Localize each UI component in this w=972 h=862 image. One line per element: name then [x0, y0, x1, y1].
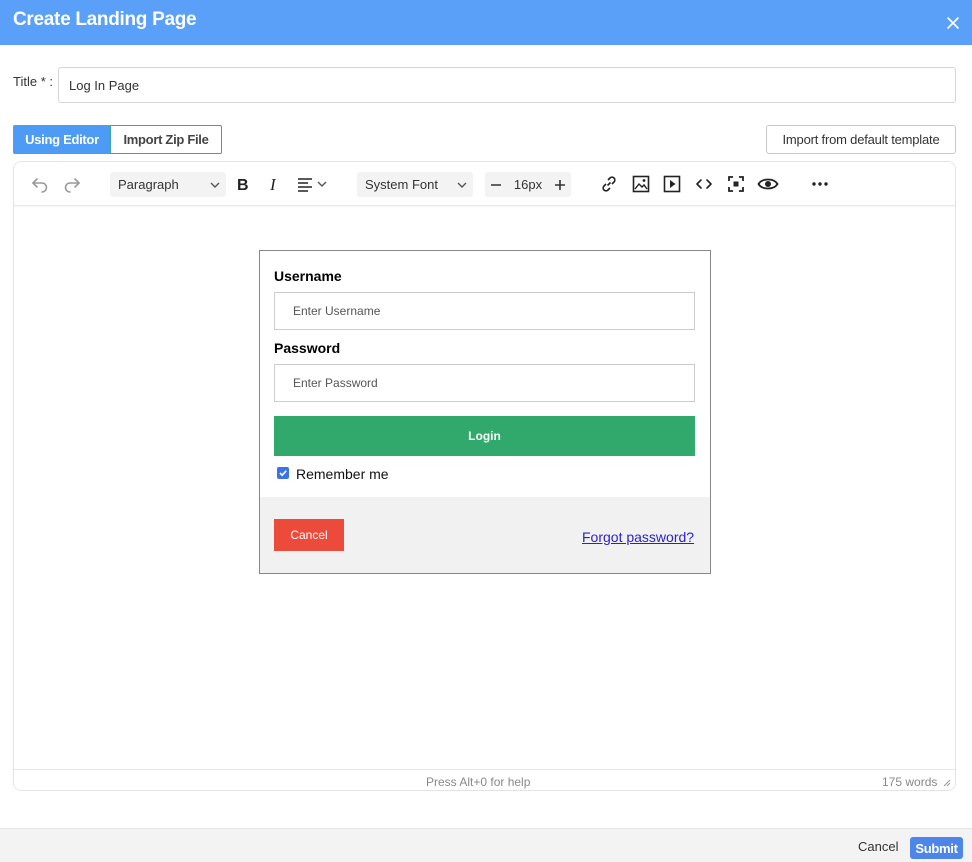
insert-image-button[interactable]: [630, 174, 652, 194]
editor-toolbar: Paragraph B I System Font 16px: [14, 162, 955, 206]
fullscreen-button[interactable]: [725, 174, 747, 194]
password-input[interactable]: [274, 364, 695, 402]
username-label: Username: [274, 268, 342, 284]
redo-button[interactable]: [61, 174, 83, 194]
submit-button[interactable]: Submit: [910, 837, 963, 859]
password-label: Password: [274, 340, 341, 356]
checkmark-icon: [279, 470, 287, 477]
chevron-down-icon: [457, 182, 467, 188]
title-input[interactable]: [58, 67, 956, 103]
close-icon: [947, 17, 959, 29]
bold-icon: B: [237, 177, 249, 193]
chevron-down-icon: [210, 182, 220, 188]
word-count[interactable]: 175 words: [882, 775, 937, 789]
tab-import-zip-file[interactable]: Import Zip File: [110, 125, 222, 154]
title-label: Title * :: [13, 74, 53, 89]
help-hint: Press Alt+0 for help: [426, 775, 531, 789]
italic-icon: I: [269, 175, 277, 193]
link-icon: [602, 176, 616, 192]
font-size-control: 16px: [485, 172, 571, 197]
login-form-footer: Cancel Forgot password?: [260, 497, 710, 573]
font-family-value: System Font: [365, 177, 438, 192]
remember-me-label: Remember me: [296, 466, 389, 482]
dialog-header: Create Landing Page: [0, 0, 972, 45]
login-button[interactable]: Login: [274, 416, 695, 456]
font-family-select[interactable]: System Font: [357, 172, 473, 197]
forgot-password-link[interactable]: Forgot password?: [582, 529, 694, 545]
block-format-select[interactable]: Paragraph: [110, 172, 226, 197]
tab-using-editor[interactable]: Using Editor: [13, 125, 111, 154]
undo-button[interactable]: [29, 174, 51, 194]
font-size-value[interactable]: 16px: [507, 172, 549, 197]
preview-button[interactable]: [756, 174, 780, 194]
align-left-icon: [298, 178, 327, 192]
insert-link-button[interactable]: [598, 174, 620, 194]
more-button[interactable]: [809, 174, 831, 194]
login-form-preview: Username Password Login Remember me Canc…: [259, 250, 711, 574]
fullscreen-icon: [728, 176, 744, 192]
code-icon: [696, 179, 712, 189]
source-code-button[interactable]: [693, 174, 715, 194]
block-format-value: Paragraph: [118, 177, 179, 192]
preview-cancel-button[interactable]: Cancel: [274, 519, 344, 551]
remember-me-checkbox[interactable]: [277, 467, 289, 479]
editor-content-area[interactable]: Username Password Login Remember me Canc…: [14, 207, 955, 769]
svg-text:B: B: [237, 177, 249, 193]
redo-icon: [64, 178, 80, 193]
resize-handle-icon[interactable]: [943, 779, 951, 787]
minus-icon: [491, 183, 501, 186]
svg-text:I: I: [269, 175, 277, 193]
font-size-increase-button[interactable]: [549, 172, 571, 197]
undo-icon: [32, 178, 48, 193]
italic-button[interactable]: I: [263, 174, 285, 194]
image-icon: [632, 175, 650, 193]
preview-icon: [757, 178, 779, 190]
media-icon: [663, 175, 681, 193]
insert-media-button[interactable]: [661, 174, 683, 194]
rich-text-editor: Paragraph B I System Font 16px Username …: [13, 161, 956, 791]
editor-statusbar: Press Alt+0 for help 175 words: [14, 769, 955, 790]
bold-button[interactable]: B: [232, 174, 254, 194]
username-input[interactable]: [274, 292, 695, 330]
dialog-footer: Cancel Submit: [0, 828, 972, 862]
cancel-button[interactable]: Cancel: [858, 839, 898, 854]
font-size-decrease-button[interactable]: [485, 172, 507, 197]
close-button[interactable]: [942, 12, 964, 34]
plus-icon: [555, 179, 565, 190]
dialog-title: Create Landing Page: [13, 9, 197, 30]
align-button[interactable]: [296, 174, 330, 194]
more-icon: [812, 182, 828, 186]
import-default-template-button[interactable]: Import from default template: [766, 125, 956, 154]
